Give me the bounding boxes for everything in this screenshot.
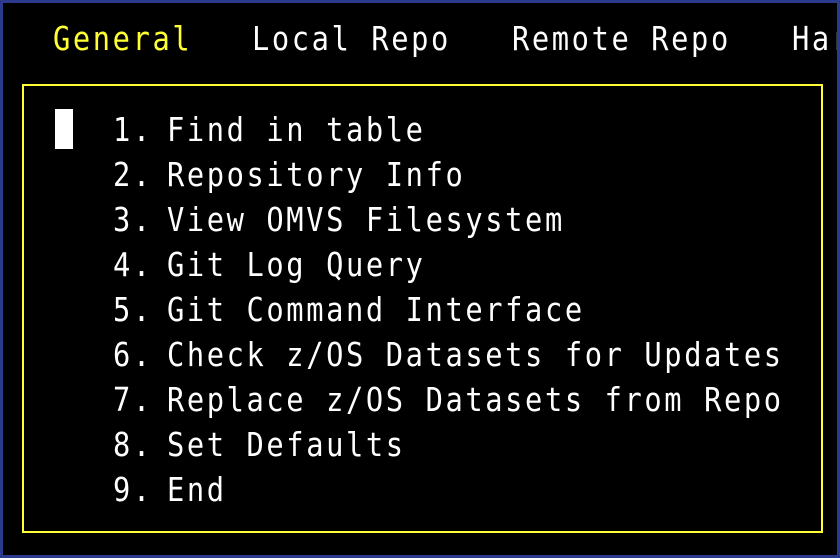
text-cursor[interactable] bbox=[55, 109, 73, 149]
terminal-screen: General Local Repo Remote Repo Har 1. Fin… bbox=[0, 0, 840, 558]
tab-general[interactable]: General bbox=[53, 17, 192, 61]
tab-local-repo[interactable]: Local Repo bbox=[252, 17, 451, 61]
menu-item-number: 7. bbox=[113, 380, 153, 419]
menu-item-repository-info[interactable]: 2. Repository Info bbox=[113, 153, 465, 197]
menu-item-replace-datasets[interactable]: 7. Replace z/OS Datasets from Repo bbox=[113, 378, 784, 422]
menu-item-number: 3. bbox=[113, 200, 153, 239]
menu-item-number: 1. bbox=[113, 110, 153, 149]
menu-item-label: View OMVS Filesystem bbox=[166, 200, 565, 239]
menu-item-label: Set Defaults bbox=[166, 425, 406, 464]
menu-panel: 1. Find in table 2. Repository Info 3. View… bbox=[22, 84, 823, 533]
menu-item-label: Find in table bbox=[166, 110, 426, 149]
menu-item-number: 4. bbox=[113, 245, 153, 284]
menu-item-find-in-table[interactable]: 1. Find in table bbox=[113, 108, 426, 152]
menu-item-number: 2. bbox=[113, 155, 153, 194]
menu-item-check-datasets[interactable]: 6. Check z/OS Datasets for Updates bbox=[113, 333, 784, 377]
tab-remote-repo[interactable]: Remote Repo bbox=[512, 17, 731, 61]
menu-item-number: 6. bbox=[113, 335, 153, 374]
menu-item-number: 5. bbox=[113, 290, 153, 329]
menu-item-label: End bbox=[166, 470, 227, 509]
menu-item-set-defaults[interactable]: 8. Set Defaults bbox=[113, 423, 406, 467]
menu-item-end[interactable]: 9. End bbox=[113, 468, 227, 512]
menu-bar: General Local Repo Remote Repo Har bbox=[3, 3, 837, 79]
menu-item-git-log-query[interactable]: 4. Git Log Query bbox=[113, 243, 426, 287]
menu-item-view-omvs-filesystem[interactable]: 3. View OMVS Filesystem bbox=[113, 198, 565, 242]
menu-item-label: Git Log Query bbox=[166, 245, 426, 284]
menu-item-label: Check z/OS Datasets for Updates bbox=[166, 335, 784, 374]
menu-item-number: 9. bbox=[113, 470, 153, 509]
menu-item-label: Git Command Interface bbox=[166, 290, 585, 329]
menu-item-label: Replace z/OS Datasets from Repo bbox=[166, 380, 784, 419]
menu-item-number: 8. bbox=[113, 425, 153, 464]
menu-item-label: Repository Info bbox=[166, 155, 466, 194]
menu-item-git-command-interface[interactable]: 5. Git Command Interface bbox=[113, 288, 585, 332]
tab-truncated[interactable]: Har bbox=[792, 17, 837, 61]
